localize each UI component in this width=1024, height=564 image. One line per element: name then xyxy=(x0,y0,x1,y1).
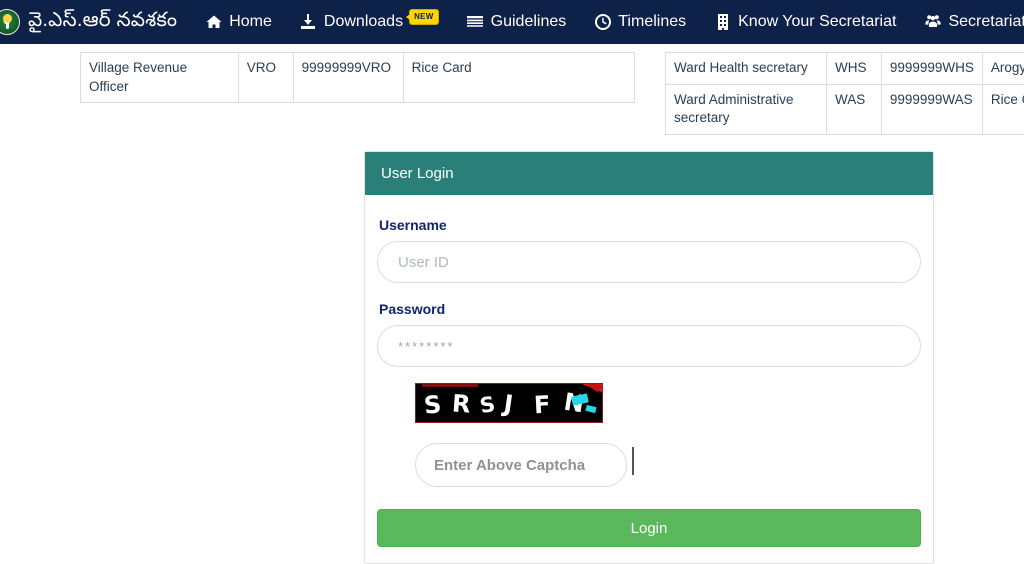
user-login-card: User Login Username Password S R S J F N xyxy=(364,151,934,564)
nav-item-downloads[interactable]: Downloads NEW xyxy=(286,0,453,44)
designation-table-right: Ward Health secretary WHS 9999999WHS Aro… xyxy=(665,52,1024,135)
captcha-char: S xyxy=(423,392,443,418)
download-icon xyxy=(300,14,317,31)
cell-user-id: 9999999WAS xyxy=(881,84,982,134)
captcha-input[interactable] xyxy=(415,443,627,487)
cell-code: WHS xyxy=(826,53,881,85)
captcha-noise-line-top xyxy=(422,384,478,387)
nav-item-timelines[interactable]: Timelines xyxy=(580,0,700,44)
cell-designation: Village Revenue Officer xyxy=(81,53,239,103)
cell-scheme: Arogy xyxy=(982,53,1024,85)
nav-item-home[interactable]: Home xyxy=(191,0,286,44)
username-label: Username xyxy=(379,217,921,233)
login-form: Username Password S R S J F N xyxy=(365,195,933,563)
nav-item-know-your-secretariat[interactable]: Know Your Secretariat xyxy=(700,0,910,44)
username-input[interactable] xyxy=(377,241,921,283)
home-icon xyxy=(205,14,222,31)
username-field-group: Username xyxy=(377,217,921,283)
captcha-image[interactable]: S R S J F N xyxy=(415,383,603,423)
new-badge: NEW xyxy=(409,9,439,25)
cell-code: VRO xyxy=(238,53,293,103)
cell-designation: Ward Administrative secretary xyxy=(666,84,827,134)
building-icon xyxy=(714,14,731,31)
captcha-noise-stroke-cyan xyxy=(585,405,596,413)
ysr-emblem-icon xyxy=(0,9,20,35)
cell-scheme: Rice C xyxy=(982,84,1024,134)
clock-icon xyxy=(594,14,611,31)
nav-label-secretariat-staff: Secretariat Staff M xyxy=(948,13,1024,31)
cell-user-id: 99999999VRO xyxy=(293,53,403,103)
nav-label-guidelines: Guidelines xyxy=(491,13,567,31)
nav-label-timelines: Timelines xyxy=(618,13,686,31)
list-lines-icon xyxy=(467,14,484,31)
captcha-char: R xyxy=(451,391,471,416)
nav-label-home: Home xyxy=(229,13,272,31)
text-cursor xyxy=(632,447,634,475)
nav-item-guidelines[interactable]: Guidelines xyxy=(453,0,581,44)
captcha-char: S xyxy=(478,394,497,417)
nav-label-know-your-secretariat: Know Your Secretariat xyxy=(738,13,896,31)
table-row: Ward Administrative secretary WAS 999999… xyxy=(666,84,1024,134)
cell-code: WAS xyxy=(826,84,881,134)
cell-designation: Ward Health secretary xyxy=(666,53,827,85)
top-navbar: వై.ఎస్.ఆర్ నవశకం Home Downloads NEW Guid… xyxy=(0,0,1024,44)
login-button[interactable]: Login xyxy=(377,509,921,547)
captcha-input-group xyxy=(415,443,627,487)
nav-item-secretariat-staff[interactable]: Secretariat Staff M xyxy=(910,0,1024,44)
table-row: Ward Health secretary WHS 9999999WHS Aro… xyxy=(666,53,1024,85)
captcha-image-row: S R S J F N xyxy=(415,383,921,423)
nav-label-downloads: Downloads xyxy=(324,13,403,31)
designation-table-left: Village Revenue Officer VRO 99999999VRO … xyxy=(80,52,635,103)
captcha-char: F xyxy=(533,393,551,418)
cell-scheme: Rice Card xyxy=(403,53,634,103)
brand-title: వై.ఎస్.ఆర్ నవశకం xyxy=(28,9,177,36)
password-label: Password xyxy=(379,301,921,317)
captcha-char: J xyxy=(502,391,514,416)
cell-user-id: 9999999WHS xyxy=(881,53,982,85)
password-input[interactable] xyxy=(377,325,921,367)
login-card-title: User Login xyxy=(365,152,933,195)
users-group-icon xyxy=(924,14,941,31)
password-field-group: Password xyxy=(377,301,921,367)
brand-logo-link[interactable]: వై.ఎస్.ఆర్ నవశకం xyxy=(0,9,191,36)
table-row: Village Revenue Officer VRO 99999999VRO … xyxy=(81,53,635,103)
